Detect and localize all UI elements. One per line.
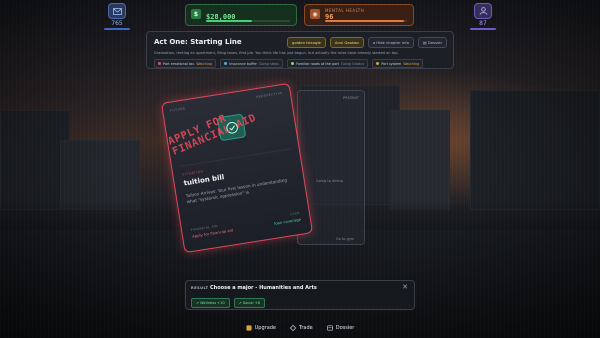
tag-status: Going Gradus — [341, 61, 365, 66]
tag-familiar-roads[interactable]: Familiar roads at the port Going Gradus — [287, 59, 369, 68]
tag-status: Watching — [196, 61, 213, 66]
bottom-nav: Upgrade Trade Dossier — [210, 318, 390, 338]
hide-chapter-info-label: Hide chapter info — [376, 40, 410, 45]
tag-port-system[interactable]: Port system Watching — [372, 59, 424, 68]
event-card[interactable]: FUTURE PERSPECTIVE APPLY FOR FINANCIAL A… — [160, 82, 314, 254]
profile-widget[interactable]: 87 — [470, 3, 496, 30]
right-option-button[interactable]: loan coverage — [274, 217, 301, 226]
tag-dot-icon — [291, 62, 295, 65]
money-meter — [206, 20, 290, 22]
inbox-value: 765 — [111, 20, 123, 27]
trade-button[interactable]: Trade — [290, 325, 313, 331]
result-effects: ↗ Wellness +10 ↗ Social +6 — [191, 298, 265, 308]
tag-label: Insurance buffer — [229, 61, 257, 66]
tag-insurance-buffer[interactable]: Insurance buffer Going steps — [220, 59, 284, 68]
ghost-card-option: Going to dining — [316, 179, 343, 183]
act-tags: Port emotional tax Watching Insurance buf… — [154, 59, 424, 68]
tag-dot-icon — [224, 62, 228, 65]
chip-golden-triangle[interactable]: golden triangle — [287, 37, 326, 48]
act-chips: golden triangle Anxi Gaokao ⌀ Hide chapt… — [287, 37, 447, 48]
close-icon[interactable]: ✕ — [402, 283, 408, 291]
profile-value: 87 — [479, 20, 487, 27]
upgrade-label: Upgrade — [254, 325, 277, 331]
situation-label: SITUATION — [182, 169, 204, 177]
mail-icon — [108, 3, 126, 19]
act-panel: Act One: Starting Line golden triangle A… — [146, 31, 454, 69]
profile-bar — [470, 28, 496, 30]
dossier-chip-label: Dossier — [427, 40, 442, 45]
right-option-key: LOAN — [289, 210, 301, 217]
tag-status: Watching — [403, 61, 420, 66]
dossier-icon — [326, 325, 333, 331]
effect-label: Wellness +10 — [200, 301, 225, 305]
tag-status: Going steps — [258, 61, 280, 66]
upgrade-button[interactable]: Upgrade — [246, 325, 276, 331]
tag-label: Port emotional tax — [163, 61, 195, 66]
effect-badge-wellness: ↗ Wellness +10 — [191, 298, 230, 308]
dollar-icon: $ — [191, 9, 201, 19]
dossier-label: Dossier — [335, 325, 355, 331]
card-divider — [178, 148, 292, 168]
tag-label: Familiar roads at the port — [296, 61, 340, 66]
mental-health-meter — [325, 20, 407, 22]
act-description: Graduation, renting an apartment, filing… — [154, 51, 399, 55]
tag-dot-icon — [376, 62, 380, 65]
effect-badge-social: ↗ Social +6 — [233, 298, 265, 308]
inbox-widget[interactable]: 765 — [104, 3, 130, 30]
chip-anxi-gaokao[interactable]: Anxi Gaokao — [329, 37, 364, 48]
brain-icon: ◉ — [310, 9, 320, 19]
trade-icon — [290, 325, 297, 331]
user-icon — [474, 3, 492, 19]
card-kicker: FUTURE — [169, 106, 186, 113]
mental-health-stat: ◉ MENTAL HEALTH 96 — [304, 4, 414, 26]
result-title: Choose a major - Humanities and Arts — [210, 285, 317, 291]
tag-port-emotional-tax[interactable]: Port emotional tax Watching — [154, 59, 217, 68]
effect-label: Social +6 — [242, 301, 260, 305]
trade-label: Trade — [299, 325, 313, 331]
inbox-bar — [104, 28, 130, 30]
ghost-card-option-2: Go to gym — [336, 237, 355, 241]
money-stat: $ $28,000 — [185, 4, 297, 26]
result-panel: RESULT Choose a major - Humanities and A… — [185, 280, 415, 310]
ghost-card-kicker: PRESENT — [343, 96, 359, 100]
hide-chapter-info-button[interactable]: ⌀ Hide chapter info — [367, 37, 415, 48]
dossier-chip-button[interactable]: ▤ Dossier — [418, 37, 447, 48]
dossier-button[interactable]: Dossier — [326, 325, 355, 331]
upgrade-icon — [246, 325, 252, 331]
result-label: RESULT — [191, 286, 209, 290]
tag-dot-icon — [158, 62, 161, 65]
tag-label: Port system — [381, 61, 402, 66]
act-title: Act One: Starting Line — [154, 38, 242, 46]
